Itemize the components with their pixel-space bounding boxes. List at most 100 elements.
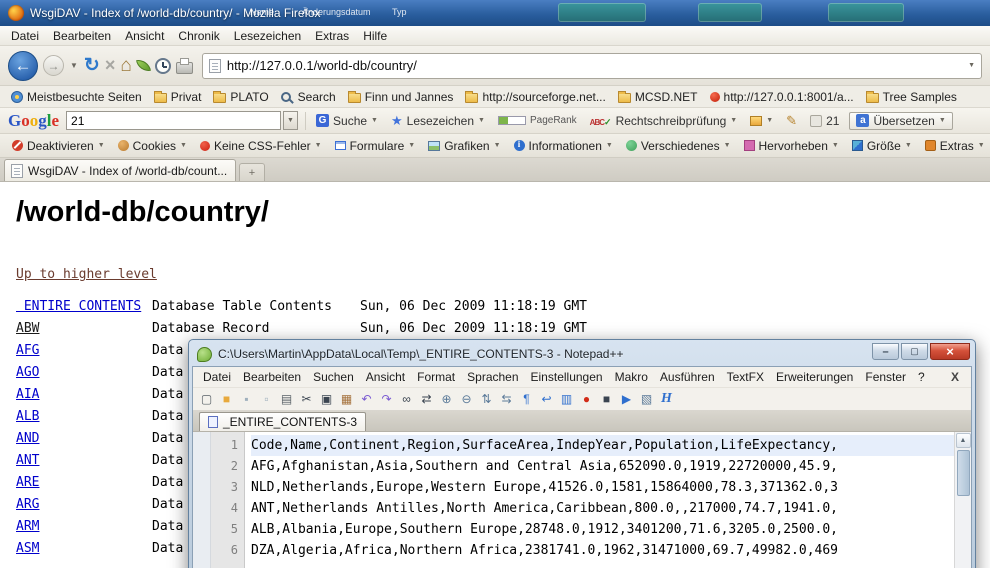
bookmark-most-visited[interactable]: Meistbesuchte Seiten xyxy=(6,89,147,105)
bookmark-folder-privat[interactable]: Privat xyxy=(149,89,207,105)
clock-addon-icon[interactable] xyxy=(155,58,171,74)
back-button[interactable] xyxy=(8,51,38,81)
webdev-forms[interactable]: Formulare xyxy=(329,137,422,155)
close-button[interactable] xyxy=(930,343,970,360)
url-text[interactable]: http://127.0.0.1/world-db/country/ xyxy=(227,58,962,73)
doc-map-icon[interactable]: ▧ xyxy=(637,390,656,408)
copy-icon[interactable]: ▣ xyxy=(317,390,336,408)
url-bar[interactable]: http://127.0.0.1/world-db/country/ xyxy=(202,53,982,79)
webdev-css-errors[interactable]: Keine CSS-Fehler xyxy=(194,137,328,155)
firefox-titlebar[interactable]: WsgiDAV - Index of /world-db/country/ - … xyxy=(0,0,990,26)
bookmark-sourceforge[interactable]: http://sourceforge.net... xyxy=(460,89,610,105)
translate-button[interactable]: Übersetzen xyxy=(849,112,952,130)
forward-button[interactable] xyxy=(43,55,64,76)
menu-item[interactable]: Bearbeiten xyxy=(46,27,118,45)
listing-entry-link[interactable]: ASM xyxy=(16,541,152,556)
scroll-up-icon[interactable] xyxy=(956,433,971,448)
show-symbols-icon[interactable]: ¶ xyxy=(517,390,536,408)
zoom-out-icon[interactable]: ⊖ xyxy=(457,390,476,408)
cut-icon[interactable]: ✂ xyxy=(297,390,316,408)
minimize-button[interactable] xyxy=(872,343,899,360)
menu-item[interactable]: Erweiterungen xyxy=(770,368,859,386)
redo-icon[interactable]: ↷ xyxy=(377,390,396,408)
bookmark-margin[interactable] xyxy=(193,432,211,568)
webdev-outline[interactable]: Hervorheben xyxy=(738,137,845,155)
listing-entry-link[interactable]: AGO xyxy=(16,365,152,380)
find-icon[interactable]: ∞ xyxy=(397,390,416,408)
new-file-icon[interactable]: ▢ xyxy=(197,390,216,408)
play-macro-icon[interactable]: ▶ xyxy=(617,390,636,408)
stop-macro-icon[interactable]: ■ xyxy=(597,390,616,408)
menu-item[interactable]: Datei xyxy=(197,368,237,386)
google-bookmarks-button[interactable]: Lesezeichen xyxy=(388,111,488,131)
autofill-button[interactable] xyxy=(783,111,800,131)
first-char-style-icon[interactable]: H xyxy=(657,390,676,408)
menu-item[interactable]: Hilfe xyxy=(356,27,394,45)
menu-item[interactable]: Ansicht xyxy=(360,368,411,386)
home-icon[interactable] xyxy=(120,55,131,77)
zoom-in-icon[interactable]: ⊕ xyxy=(437,390,456,408)
popup-blocker-counter[interactable]: 21 xyxy=(807,112,842,130)
sync-horizontal-icon[interactable]: ⇆ xyxy=(497,390,516,408)
listing-entry-link[interactable]: ARG xyxy=(16,497,152,512)
listing-entry-link[interactable]: AIA xyxy=(16,387,152,402)
indent-guides-icon[interactable]: ▥ xyxy=(557,390,576,408)
menu-item[interactable]: Bearbeiten xyxy=(237,368,307,386)
maximize-button[interactable] xyxy=(901,343,928,360)
listing-entry-link[interactable]: ARE xyxy=(16,475,152,490)
listing-entry-link[interactable]: ARM xyxy=(16,519,152,534)
menu-item[interactable]: Einstellungen xyxy=(525,368,609,386)
menu-item[interactable]: TextFX xyxy=(721,368,770,386)
spellcheck-button[interactable]: Rechtschreibprüfung xyxy=(587,112,741,130)
google-search-button[interactable]: Suche xyxy=(313,112,381,130)
stop-icon[interactable] xyxy=(105,55,116,76)
bookmark-folder-finn-und-jannes[interactable]: Finn und Jannes xyxy=(343,89,459,105)
menu-item[interactable]: Chronik xyxy=(171,27,226,45)
menu-item[interactable]: Format xyxy=(411,368,461,386)
webdev-cookies[interactable]: Cookies xyxy=(112,137,193,155)
close-document-button[interactable]: X xyxy=(943,368,967,386)
save-all-icon[interactable]: ▫ xyxy=(257,390,276,408)
menu-item[interactable]: Lesezeichen xyxy=(227,27,308,45)
print-icon[interactable]: ▤ xyxy=(277,390,296,408)
menu-item[interactable]: Fenster xyxy=(859,368,912,386)
refresh-icon[interactable] xyxy=(84,54,100,77)
bookmark-localhost-8001[interactable]: http://127.0.0.1:8001/a... xyxy=(705,89,859,105)
quill-addon-icon[interactable] xyxy=(136,58,151,73)
scrollbar-thumb[interactable] xyxy=(957,450,970,496)
replace-icon[interactable]: ⇄ xyxy=(417,390,436,408)
undo-icon[interactable]: ↶ xyxy=(357,390,376,408)
webdev-disable[interactable]: Deaktivieren xyxy=(6,137,111,155)
word-wrap-icon[interactable]: ↩ xyxy=(537,390,556,408)
send-to-button[interactable] xyxy=(747,114,776,128)
menu-item[interactable]: Ausführen xyxy=(654,368,721,386)
pagerank-widget[interactable]: PageRank xyxy=(495,113,580,128)
sync-vertical-icon[interactable]: ⇅ xyxy=(477,390,496,408)
up-to-higher-level-link[interactable]: Up to higher level xyxy=(16,267,157,282)
vertical-scrollbar[interactable] xyxy=(954,432,971,568)
listing-entry-link[interactable]: ABW xyxy=(16,321,152,336)
editor-area[interactable]: 123456 Code,Name,Continent,Region,Surfac… xyxy=(193,432,971,568)
webdev-miscellaneous[interactable]: Verschiedenes xyxy=(620,137,737,155)
listing-entry-link[interactable]: AFG xyxy=(16,343,152,358)
menu-item[interactable]: Ansicht xyxy=(118,27,171,45)
listing-entry-link[interactable]: ALB xyxy=(16,409,152,424)
paste-icon[interactable]: ▦ xyxy=(337,390,356,408)
menu-item[interactable]: Makro xyxy=(609,368,654,386)
webdev-resize[interactable]: Größe xyxy=(846,137,918,155)
url-dropdown-icon[interactable] xyxy=(968,62,975,69)
menu-item[interactable]: Suchen xyxy=(307,368,360,386)
open-file-icon[interactable]: ■ xyxy=(217,390,236,408)
menu-item[interactable]: Sprachen xyxy=(461,368,524,386)
listing-entry-link[interactable]: ANT xyxy=(16,453,152,468)
listing-entry-link[interactable]: ENTIRE CONTENTS xyxy=(16,299,152,314)
google-search-dropdown-icon[interactable] xyxy=(283,111,298,130)
document-tab[interactable]: _ENTIRE_CONTENTS-3 xyxy=(199,412,366,431)
menu-item[interactable]: Datei xyxy=(4,27,46,45)
listing-entry-link[interactable]: AND xyxy=(16,431,152,446)
print-icon[interactable] xyxy=(176,62,193,74)
record-macro-icon[interactable]: ● xyxy=(577,390,596,408)
bookmark-search[interactable]: Search xyxy=(276,89,341,105)
bookmark-folder-plato[interactable]: PLATO xyxy=(208,89,273,105)
bookmark-mcsd-net[interactable]: MCSD.NET xyxy=(613,89,703,105)
